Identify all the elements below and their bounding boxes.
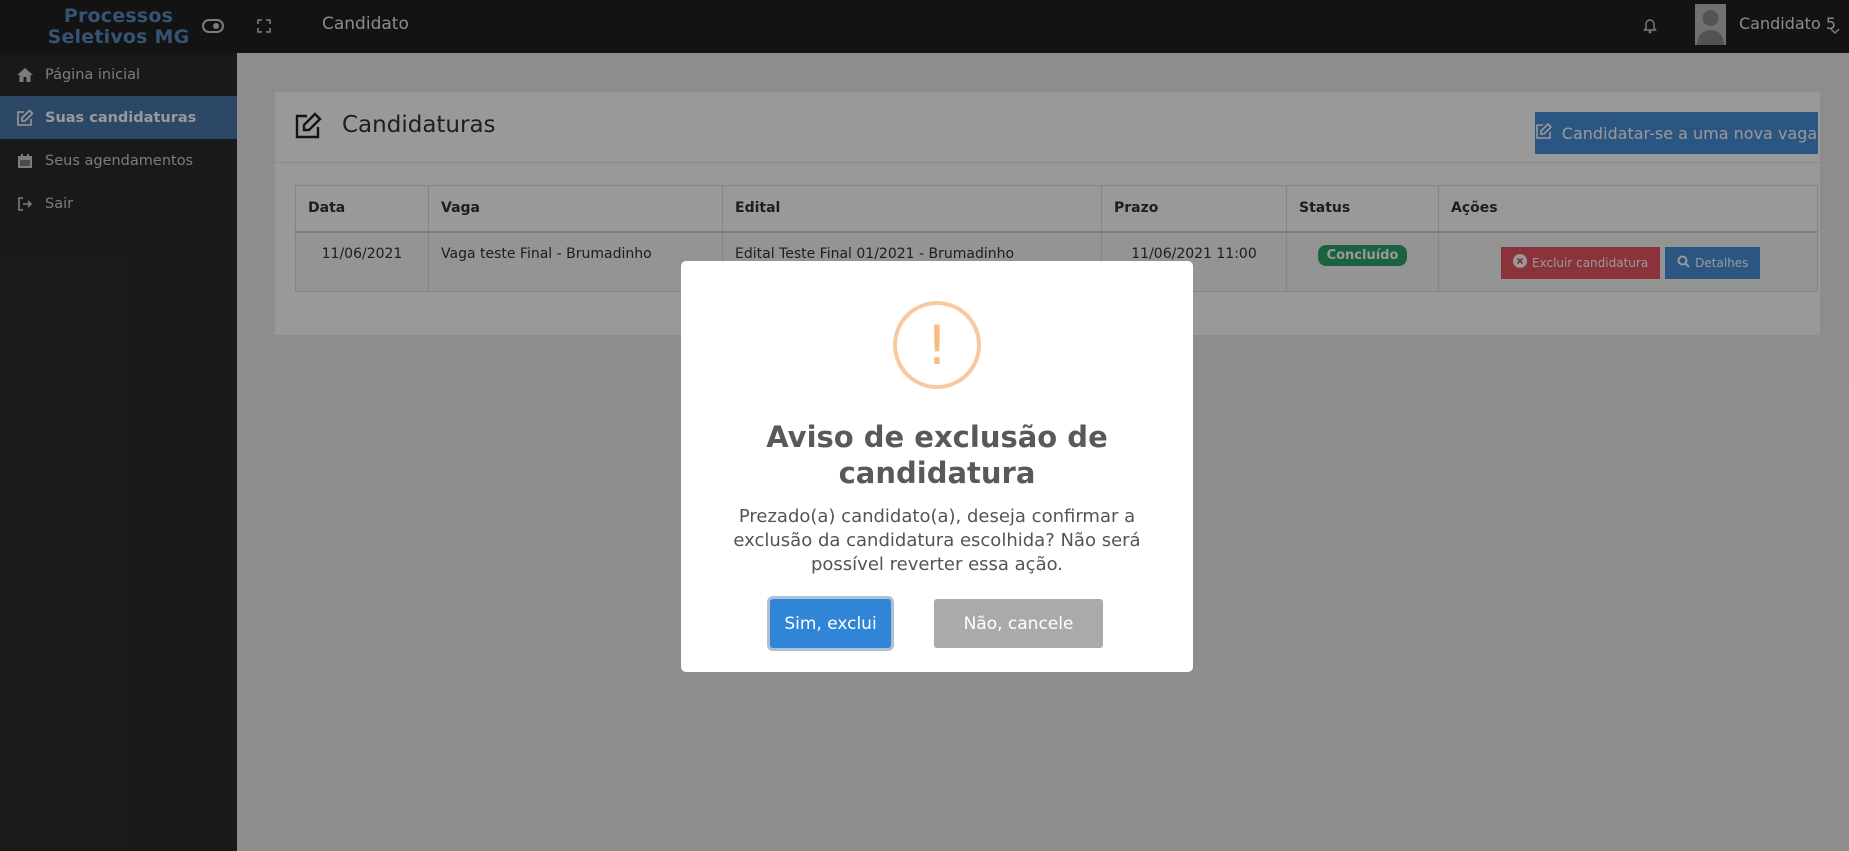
warning-icon: ! (893, 301, 981, 389)
delete-confirm-dialog: ! Aviso de exclusão de candidatura Preza… (681, 261, 1193, 672)
warning-glyph: ! (926, 313, 948, 377)
cancel-button[interactable]: Não, cancele (934, 599, 1103, 648)
dialog-message: Prezado(a) candidato(a), deseja confirma… (733, 506, 1141, 575)
confirm-delete-button[interactable]: Sim, exclui (770, 599, 891, 648)
dialog-title: Aviso de exclusão de candidatura (766, 420, 1108, 490)
